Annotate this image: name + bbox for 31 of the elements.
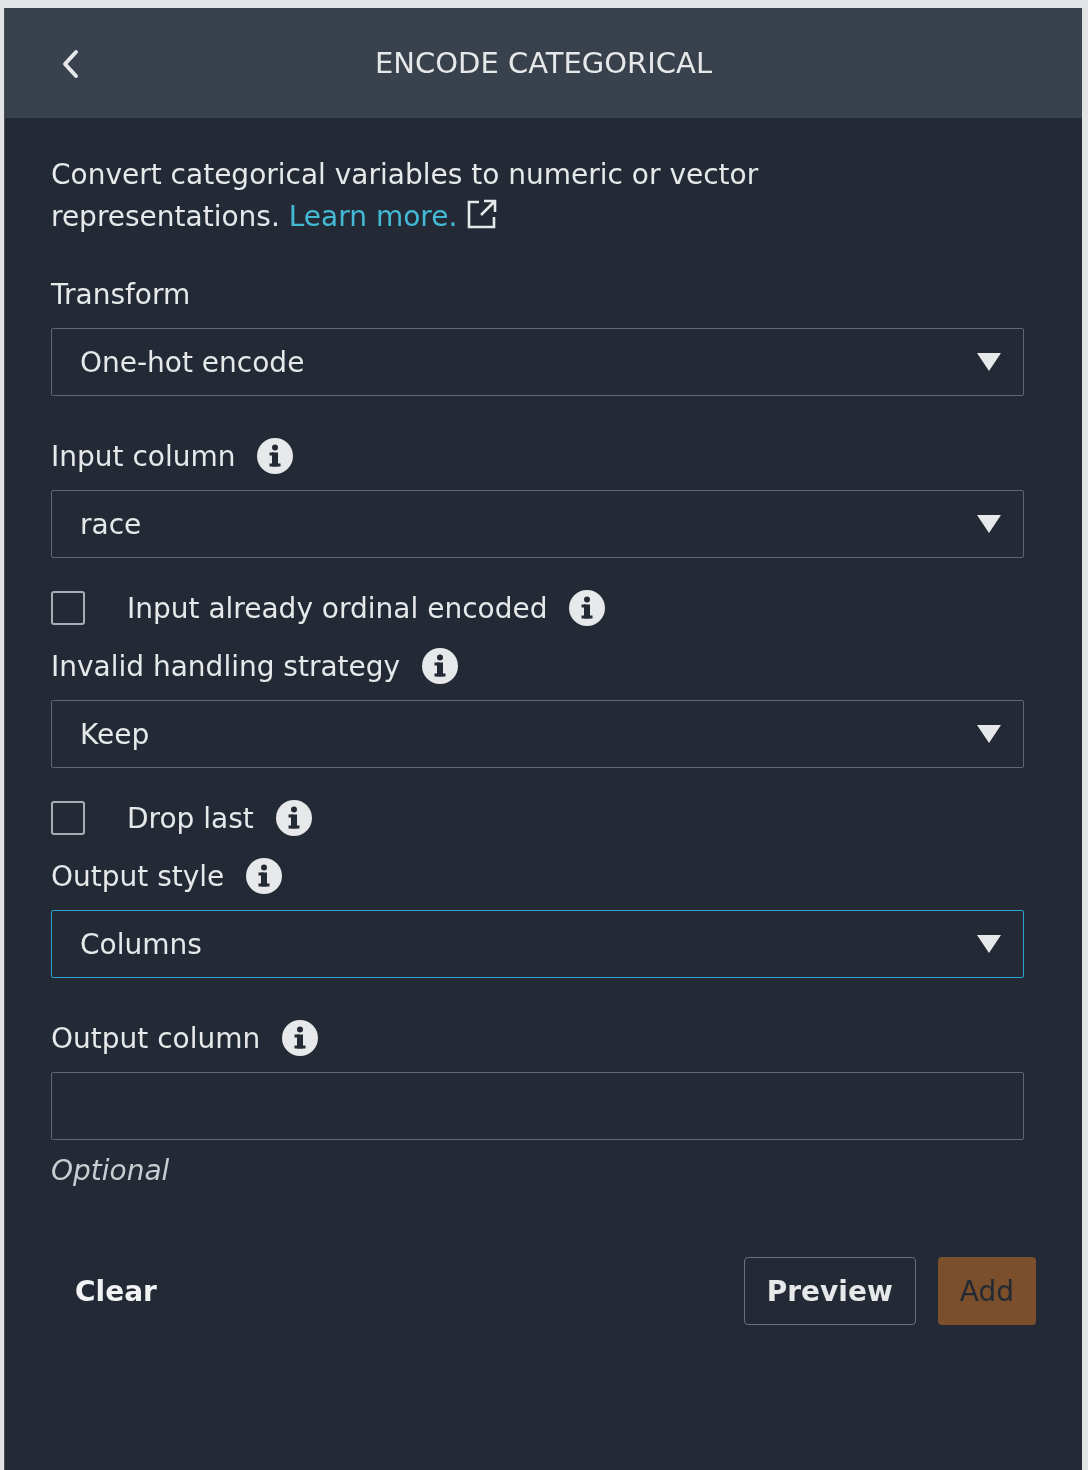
caret-icon	[977, 725, 1001, 743]
dropdown[interactable]: One-hot encode	[51, 328, 1024, 396]
field-hint: Optional	[51, 1154, 171, 1187]
info-icon[interactable]	[282, 1020, 319, 1056]
field-label: Output style	[51, 859, 225, 893]
dropdown[interactable]: race	[51, 490, 1024, 558]
field-label: Transform	[51, 277, 191, 311]
dropdown[interactable]: Columns	[51, 910, 1024, 978]
field-label: Invalid handling strategy	[51, 649, 401, 683]
caret-icon	[977, 515, 1001, 533]
description-text: Convert categorical variables to numeric or vector representations. Learn more.	[51, 157, 760, 235]
checkbox-label: Drop last	[127, 801, 254, 835]
preview-button[interactable]: Preview	[743, 1257, 916, 1325]
caret-icon	[977, 935, 1001, 953]
panel-title: ENCODE CATEGORICAL	[374, 46, 713, 80]
info-icon[interactable]	[275, 800, 312, 836]
external-link-icon	[466, 198, 499, 230]
info-icon[interactable]	[422, 648, 459, 684]
caret-icon	[977, 353, 1001, 371]
clear-button[interactable]: Clear	[71, 1266, 161, 1316]
field-label: Input column	[51, 439, 236, 473]
checkbox-label: Input already ordinal encoded	[127, 591, 548, 625]
info-icon[interactable]	[246, 858, 283, 894]
info-icon[interactable]	[257, 438, 294, 474]
learn-more-link[interactable]: Learn more.	[288, 200, 458, 233]
dropdown[interactable]: Keep	[51, 700, 1024, 768]
checkbox[interactable]	[51, 591, 85, 625]
field-label: Output column	[51, 1021, 261, 1055]
checkbox[interactable]	[51, 801, 85, 835]
info-icon[interactable]	[569, 590, 606, 626]
input-field[interactable]	[51, 1072, 1024, 1140]
